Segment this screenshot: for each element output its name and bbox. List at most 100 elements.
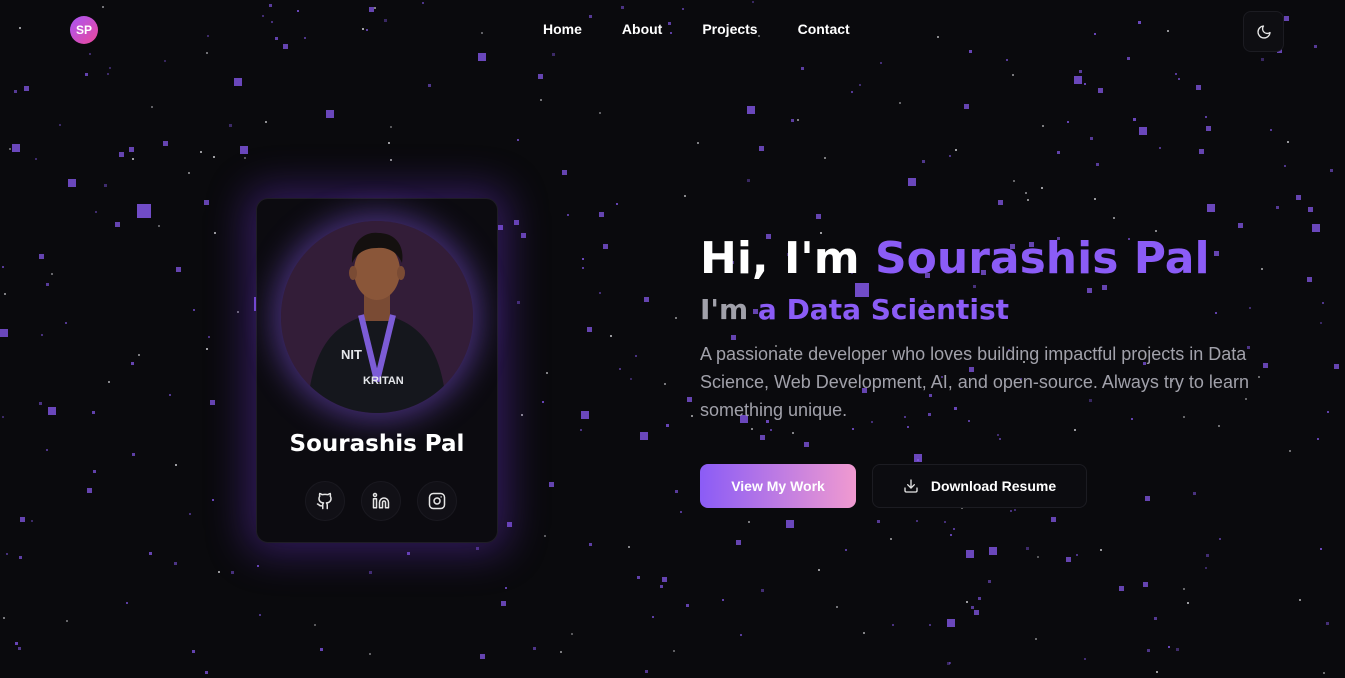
- star-particle: [1067, 121, 1069, 123]
- star-particle: [1084, 83, 1086, 85]
- star-particle: [1147, 649, 1150, 652]
- star-particle: [675, 317, 677, 319]
- star-particle: [836, 606, 838, 608]
- star-particle: [637, 576, 640, 579]
- star-particle: [666, 424, 669, 427]
- nav-link-about[interactable]: About: [622, 21, 662, 37]
- star-particle: [1138, 21, 1141, 24]
- star-particle: [206, 348, 208, 350]
- star-particle: [662, 577, 667, 582]
- star-particle: [1323, 672, 1325, 674]
- star-particle: [1167, 30, 1169, 32]
- star-particle: [65, 322, 67, 324]
- star-particle: [85, 73, 88, 76]
- star-particle: [691, 415, 693, 417]
- linkedin-button[interactable]: [361, 481, 401, 521]
- view-my-work-label: View My Work: [731, 478, 825, 494]
- star-particle: [129, 147, 134, 152]
- star-particle: [587, 327, 592, 332]
- star-particle: [1037, 556, 1039, 558]
- star-particle: [1143, 582, 1148, 587]
- view-my-work-button[interactable]: View My Work: [700, 464, 856, 508]
- star-particle: [9, 148, 11, 150]
- star-particle: [265, 121, 267, 123]
- star-particle: [189, 513, 191, 515]
- star-particle: [845, 549, 847, 551]
- star-particle: [1296, 195, 1301, 200]
- star-particle: [262, 15, 264, 17]
- star-particle: [174, 562, 177, 565]
- star-particle: [1090, 137, 1093, 140]
- star-particle: [115, 222, 120, 227]
- star-particle: [19, 27, 21, 29]
- star-particle: [480, 654, 485, 659]
- star-particle: [1027, 199, 1029, 201]
- star-particle: [1206, 554, 1209, 557]
- star-particle: [229, 124, 232, 127]
- star-particle: [538, 74, 543, 79]
- theme-toggle-button[interactable]: [1243, 11, 1284, 52]
- star-particle: [1322, 302, 1324, 304]
- logo-badge[interactable]: SP: [70, 16, 98, 44]
- star-particle: [824, 157, 826, 159]
- star-particle: [560, 651, 562, 653]
- star-particle: [1013, 180, 1015, 182]
- download-resume-button[interactable]: Download Resume: [872, 464, 1087, 508]
- star-particle: [1012, 74, 1014, 76]
- star-particle: [978, 597, 981, 600]
- star-particle: [269, 4, 272, 7]
- star-particle: [1076, 554, 1078, 556]
- star-particle: [804, 442, 809, 447]
- star-particle: [46, 449, 48, 451]
- star-particle: [880, 62, 882, 64]
- portrait-illustration: NIT KRITAN: [281, 221, 473, 413]
- star-particle: [214, 232, 216, 234]
- moon-icon: [1256, 24, 1271, 39]
- star-particle: [48, 407, 56, 415]
- star-particle: [20, 517, 25, 522]
- instagram-button[interactable]: [417, 481, 457, 521]
- star-particle: [1287, 141, 1289, 143]
- star-particle: [92, 411, 95, 414]
- star-particle: [498, 225, 503, 230]
- nav-link-home[interactable]: Home: [543, 21, 582, 37]
- star-particle: [1205, 567, 1207, 569]
- nav-link-contact[interactable]: Contact: [798, 21, 850, 37]
- star-particle: [1261, 58, 1264, 61]
- star-particle: [589, 543, 592, 546]
- star-particle: [890, 538, 892, 540]
- star-particle: [971, 606, 974, 609]
- star-particle: [916, 520, 918, 522]
- star-particle: [759, 146, 764, 151]
- star-particle: [207, 35, 209, 37]
- star-particle: [786, 520, 794, 528]
- star-particle: [1314, 45, 1317, 48]
- star-particle: [132, 158, 134, 160]
- star-particle: [428, 84, 431, 87]
- star-particle: [407, 552, 410, 555]
- star-particle: [176, 267, 181, 272]
- star-particle: [205, 671, 208, 674]
- star-particle: [231, 571, 234, 574]
- star-particle: [761, 589, 764, 592]
- star-particle: [1326, 622, 1329, 625]
- star-particle: [193, 309, 195, 311]
- star-particle: [818, 569, 820, 571]
- hero-name: Sourashis Pal: [874, 233, 1210, 284]
- star-particle: [740, 634, 742, 636]
- star-particle: [374, 7, 376, 9]
- star-particle: [914, 454, 922, 462]
- github-button[interactable]: [305, 481, 345, 521]
- star-particle: [697, 142, 699, 144]
- star-particle: [947, 619, 955, 627]
- star-particle: [589, 15, 592, 18]
- star-particle: [1289, 450, 1291, 452]
- star-particle: [107, 73, 109, 75]
- star-particle: [877, 520, 880, 523]
- star-particle: [478, 53, 486, 61]
- star-particle: [546, 372, 548, 374]
- nav-link-projects[interactable]: Projects: [702, 21, 757, 37]
- star-particle: [859, 84, 861, 86]
- star-particle: [1096, 163, 1099, 166]
- star-particle: [521, 414, 523, 416]
